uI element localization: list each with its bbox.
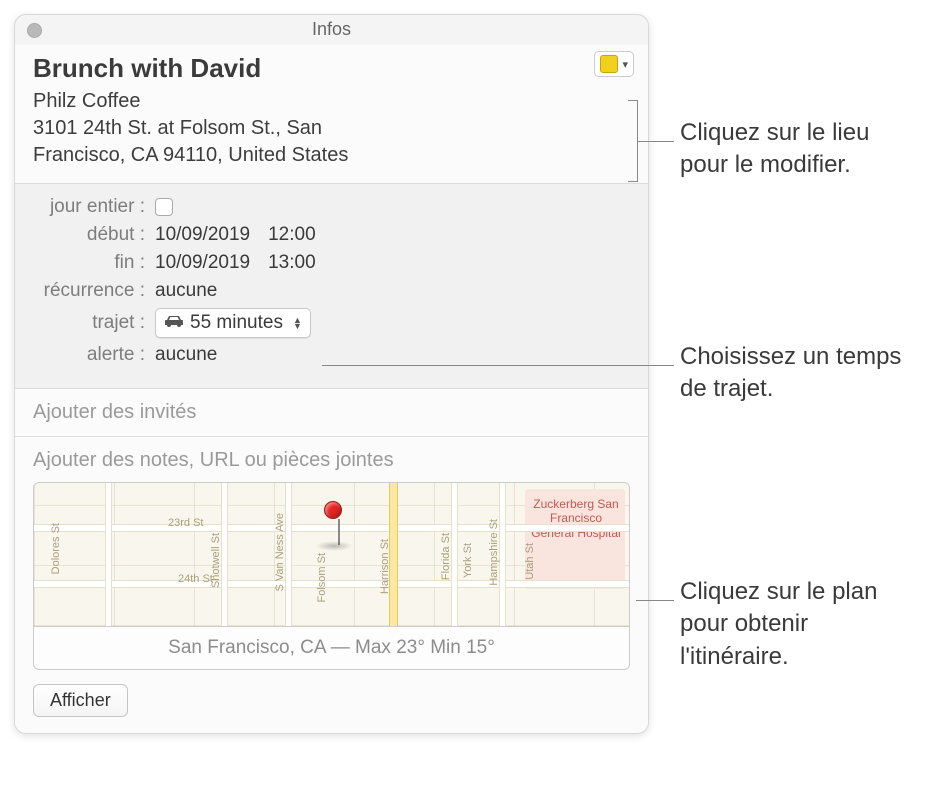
- stepper-icon: ▲▼: [293, 317, 302, 329]
- hospital-label: Zuckerberg San Francisco General Hospita…: [531, 497, 621, 540]
- car-icon: [164, 312, 184, 334]
- street-label: 23rd St: [168, 517, 203, 529]
- map-preview[interactable]: Zuckerberg San Francisco General Hospita…: [33, 482, 630, 627]
- show-button[interactable]: Afficher: [33, 684, 128, 717]
- all-day-label: jour entier :: [33, 196, 155, 218]
- notes-field[interactable]: Ajouter des notes, URL ou pièces jointes: [15, 437, 648, 472]
- callout-map: Cliquez sur le plan pour obtenir l'itiné…: [680, 576, 920, 673]
- alert-label: alerte :: [33, 344, 155, 366]
- travel-time-value: 55 minutes: [190, 312, 283, 334]
- chevron-down-icon: ▾: [622, 58, 628, 71]
- invitees-field[interactable]: Ajouter des invités: [15, 389, 648, 437]
- color-swatch-icon: [600, 55, 618, 73]
- event-details: jour entier : début : 10/09/2019 12:00 f…: [15, 184, 648, 389]
- street-label: Folsom St: [316, 553, 328, 603]
- callout-location: Cliquez sur le lieu pour le modifier.: [680, 117, 910, 182]
- end-time[interactable]: 13:00: [268, 252, 316, 274]
- event-header: Brunch with David Philz Coffee 3101 24th…: [15, 45, 648, 184]
- repeat-value[interactable]: aucune: [155, 280, 217, 302]
- event-title[interactable]: Brunch with David: [33, 53, 630, 84]
- map-pin-icon: [324, 501, 353, 551]
- window-title: Infos: [15, 19, 648, 40]
- repeat-label: récurrence :: [33, 280, 155, 302]
- street-label: Florida St: [440, 533, 452, 580]
- location-line1: 3101 24th St. at Folsom St., San: [33, 115, 630, 142]
- street-label: Utah St: [524, 543, 536, 580]
- alert-value[interactable]: aucune: [155, 344, 217, 366]
- end-label: fin :: [33, 252, 155, 274]
- end-date[interactable]: 10/09/2019: [155, 252, 250, 274]
- street-label: S Van Ness Ave: [274, 513, 286, 591]
- leader-line: [322, 365, 674, 366]
- street-label: Shotwell St: [210, 533, 222, 588]
- street-label: Hampshire St: [488, 519, 500, 586]
- location-name: Philz Coffee: [33, 88, 630, 115]
- travel-time-select[interactable]: 55 minutes ▲▼: [155, 308, 311, 338]
- street-label: York St: [462, 543, 474, 578]
- event-info-popover: Infos Brunch with David Philz Coffee 310…: [14, 14, 649, 734]
- footer: Afficher: [15, 670, 648, 733]
- street-label: Harrison St: [379, 539, 391, 594]
- start-time[interactable]: 12:00: [268, 224, 316, 246]
- calendar-color-picker[interactable]: ▾: [594, 51, 634, 77]
- start-date[interactable]: 10/09/2019: [155, 224, 250, 246]
- travel-label: trajet :: [33, 312, 155, 334]
- leader-line: [638, 141, 674, 142]
- weather-bar: San Francisco, CA — Max 23° Min 15°: [33, 627, 630, 670]
- location-line2: Francisco, CA 94110, United States: [33, 142, 630, 169]
- callout-travel: Choisissez un temps de trajet.: [680, 341, 910, 406]
- event-location[interactable]: Philz Coffee 3101 24th St. at Folsom St.…: [33, 88, 630, 169]
- all-day-checkbox[interactable]: [155, 198, 173, 216]
- bracket-icon: [626, 100, 638, 182]
- street-label: 24th St: [178, 573, 213, 585]
- leader-line: [636, 600, 674, 601]
- titlebar: Infos: [15, 15, 648, 45]
- start-label: début :: [33, 224, 155, 246]
- street-label: Dolores St: [50, 523, 62, 574]
- map-section: Zuckerberg San Francisco General Hospita…: [15, 472, 648, 670]
